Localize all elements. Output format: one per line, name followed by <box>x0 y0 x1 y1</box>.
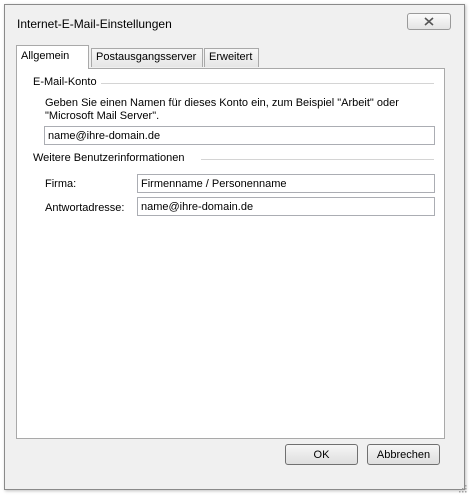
section-label-user-info: Weitere Benutzerinformationen <box>33 152 189 164</box>
close-icon <box>424 17 434 26</box>
tab-panel-allgemein: E-Mail-Konto Geben Sie einen Namen für d… <box>16 68 445 439</box>
section-divider <box>201 159 434 160</box>
resize-grip-icon[interactable] <box>457 483 467 493</box>
reply-address-field[interactable] <box>137 197 435 216</box>
reply-address-label: Antwortadresse: <box>45 202 125 214</box>
account-name-hint: Geben Sie einen Namen für dieses Konto e… <box>45 97 399 122</box>
close-button[interactable] <box>407 13 451 30</box>
company-label: Firma: <box>45 178 77 190</box>
cancel-button[interactable]: Abbrechen <box>367 444 440 465</box>
account-name-field[interactable] <box>44 126 435 145</box>
tab-allgemein[interactable]: Allgemein <box>16 45 89 69</box>
company-field[interactable] <box>137 174 435 193</box>
ok-button[interactable]: OK <box>285 444 358 465</box>
dialog-title: Internet-E-Mail-Einstellungen <box>17 17 172 31</box>
tab-postausgangsserver[interactable]: Postausgangsserver <box>91 48 203 67</box>
section-divider <box>101 83 434 84</box>
section-label-account: E-Mail-Konto <box>33 76 101 88</box>
tab-erweitert[interactable]: Erweitert <box>204 48 259 67</box>
